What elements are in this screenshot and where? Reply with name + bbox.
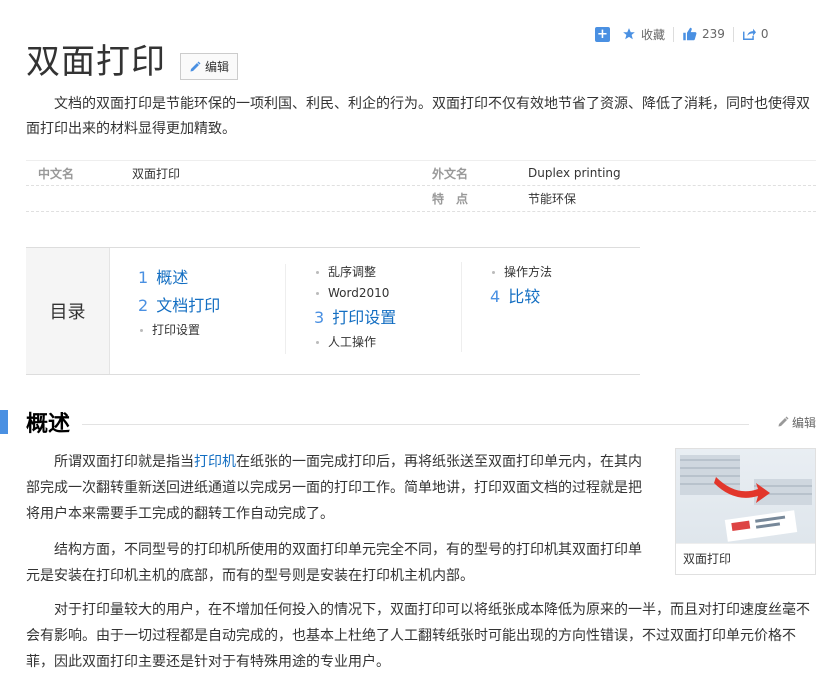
edit-entry-label: 编辑 — [205, 60, 230, 74]
toc-item-label: 打印设置 — [332, 308, 397, 327]
edit-section-button[interactable]: 编辑 — [777, 414, 816, 431]
toc-item[interactable]: 2 文档打印 — [138, 292, 285, 320]
toc-item-number: 3 — [314, 308, 325, 327]
pencil-icon — [778, 416, 789, 427]
favorite-button[interactable]: 收藏 — [622, 26, 665, 43]
toc-item-number: 1 — [138, 268, 149, 287]
toc-item-label: 概述 — [156, 268, 189, 287]
info-value: Duplex printing — [528, 166, 621, 180]
toc-columns: 1 概述 2 文档打印 打印设置 乱序调整 Word2010 3 打印设置 人工操作 … — [110, 248, 640, 374]
page-title: 双面打印 — [26, 42, 166, 82]
section-title: 概述 — [26, 406, 83, 438]
toolbar-divider — [673, 26, 675, 42]
toc-item[interactable]: 1 概述 — [138, 264, 285, 292]
info-row: 特 点 节能环保 — [26, 186, 816, 212]
toc-item[interactable]: 3 打印设置 — [314, 304, 461, 332]
pencil-icon — [190, 61, 201, 71]
info-name: 中文名 — [38, 166, 75, 181]
section-paragraph: 所谓双面打印就是指当打印机在纸张的一面完成打印后，再将纸张送至双面打印单元内，在… — [26, 449, 644, 527]
share-count: 0 — [760, 27, 769, 41]
favorite-label: 收藏 — [641, 27, 666, 42]
duplex-printing-image — [676, 449, 815, 543]
toc-subitem[interactable]: 人工操作 — [314, 332, 461, 353]
toc-item-number: 4 — [490, 287, 501, 306]
share-icon — [742, 28, 756, 40]
section-paragraph: 结构方面，不同型号的打印机所使用的双面打印单元完全不同，有的型号的打印机其双面打… — [26, 542, 642, 584]
toc-item[interactable]: 4 比较 — [490, 283, 638, 311]
entry-toolbar: + 收藏 239 0 — [595, 24, 769, 44]
toc-item-number: 2 — [138, 296, 149, 315]
printer-link[interactable]: 打印机 — [194, 454, 236, 470]
toc-item-label: 文档打印 — [156, 296, 221, 315]
toolbar-divider — [732, 26, 734, 42]
entry-title-row: 双面打印 编辑 — [26, 40, 239, 84]
info-name: 特 点 — [432, 192, 469, 206]
toc-title: 目录 — [26, 248, 110, 374]
section-paragraph: 对于打印量较大的用户，在不增加任何投入的情况下，双面打印可以将纸张成本降低为原来… — [26, 602, 810, 670]
edit-entry-button[interactable]: 编辑 — [180, 53, 239, 80]
info-name: 外文名 — [432, 166, 469, 181]
section-header: 概述 编辑 — [0, 406, 816, 438]
info-value: 双面打印 — [132, 166, 181, 181]
star-icon — [623, 28, 635, 40]
toc-subitem[interactable]: 乱序调整 — [314, 262, 461, 283]
like-count: 239 — [702, 27, 725, 41]
section-accent-bar — [0, 410, 8, 434]
toc-subitem[interactable]: 打印设置 — [138, 320, 285, 341]
figure-caption: 双面打印 — [676, 543, 815, 574]
toc-subitem[interactable]: 操作方法 — [490, 262, 638, 283]
toc-column: 1 概述 2 文档打印 打印设置 — [110, 264, 286, 354]
share-button[interactable]: 0 — [742, 27, 769, 41]
thumbs-up-icon — [683, 27, 697, 41]
plus-icon[interactable]: + — [595, 26, 610, 42]
toc-column: 乱序调整 Word2010 3 打印设置 人工操作 — [286, 262, 462, 352]
like-button[interactable]: 239 — [682, 27, 725, 41]
toc-subitem[interactable]: Word2010 — [314, 283, 461, 304]
figure-card[interactable]: 双面打印 — [675, 448, 816, 575]
entry-summary: 文档的双面打印是节能环保的一项利国、利民、利企的行为。双面打印不仅有效地节省了资… — [26, 96, 810, 137]
info-row: 中文名 双面打印 外文名 Duplex printing — [26, 160, 816, 186]
toc-column: 操作方法 4 比较 — [462, 262, 638, 352]
basic-info-table: 中文名 双面打印 外文名 Duplex printing 特 点 节能环保 — [26, 160, 816, 212]
table-of-contents: 目录 1 概述 2 文档打印 打印设置 乱序调整 Word2010 3 打印设置 人工… — [26, 247, 640, 375]
paragraph-text: 所谓双面打印就是指当 — [54, 454, 194, 470]
edit-section-label: 编辑 — [791, 415, 816, 430]
toc-item-label: 比较 — [508, 287, 541, 306]
info-value: 节能环保 — [528, 192, 577, 206]
section-divider — [82, 423, 749, 425]
